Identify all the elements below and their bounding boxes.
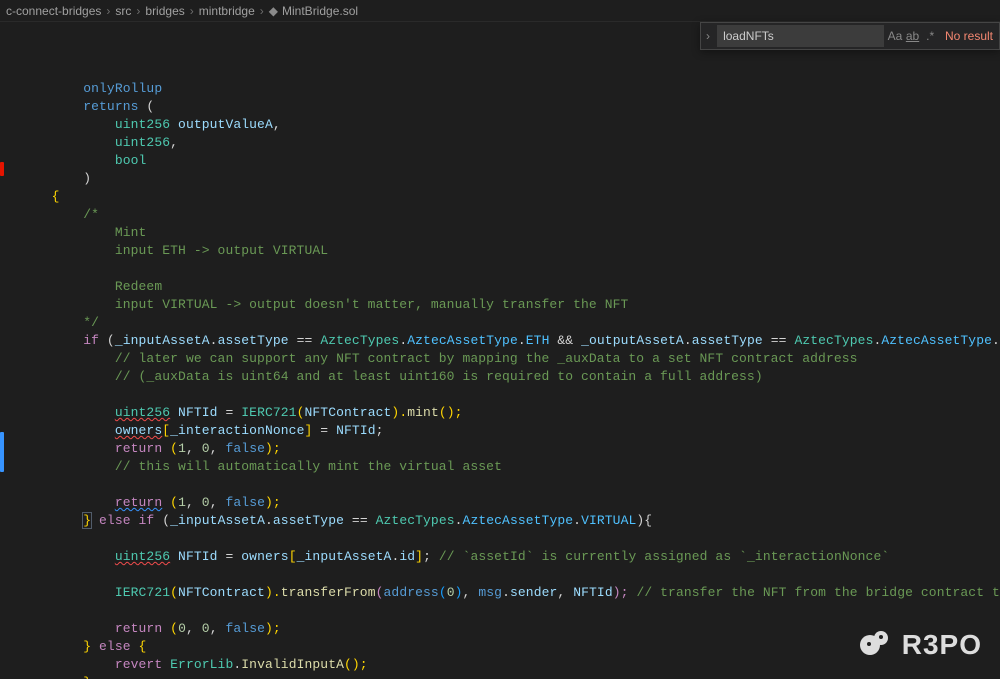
watermark: R3PO xyxy=(860,629,982,661)
modified-marker xyxy=(0,432,4,472)
chevron-right-icon: › xyxy=(136,4,140,18)
breadcrumb[interactable]: c-connect-bridges › src › bridges › mintbri… xyxy=(0,0,1000,22)
breadcrumb-segment[interactable]: mintbridge xyxy=(199,4,255,18)
chevron-right-icon: › xyxy=(260,4,264,18)
chevron-right-icon: › xyxy=(190,4,194,18)
error-marker xyxy=(0,162,4,176)
wechat-icon xyxy=(860,631,894,659)
breadcrumb-file[interactable]: MintBridge.sol xyxy=(282,4,358,18)
breadcrumb-segment[interactable]: src xyxy=(115,4,131,18)
breadcrumb-segment[interactable]: bridges xyxy=(145,4,184,18)
gutter xyxy=(0,22,12,679)
watermark-text: R3PO xyxy=(902,629,982,661)
chevron-right-icon: › xyxy=(106,4,110,18)
breadcrumb-segment[interactable]: c-connect-bridges xyxy=(6,4,101,18)
solidity-file-icon: ◆ xyxy=(269,4,278,18)
code-editor[interactable]: onlyRollup returns ( uint256 outputValue… xyxy=(0,22,1000,679)
